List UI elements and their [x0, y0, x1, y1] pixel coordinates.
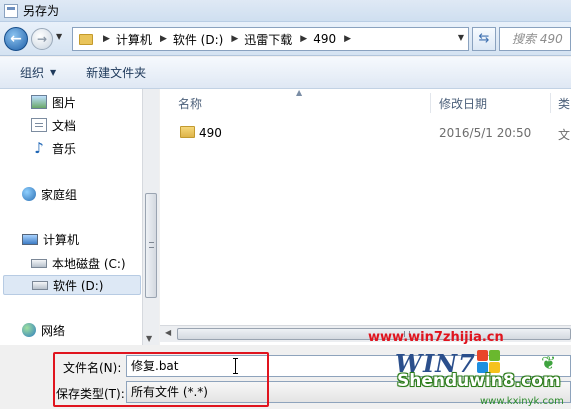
watermark-logo: WIN7 ❦ Shenduwin8.com www.kxinyk.com	[395, 349, 571, 409]
nav-item-label: 图片	[52, 95, 77, 110]
window-title: 另存为	[23, 4, 60, 18]
nav-pane-scrollbar[interactable]: ▼	[142, 89, 159, 345]
breadcrumb-label: 490	[313, 32, 337, 46]
nav-item-computer[interactable]: 计算机	[22, 229, 79, 249]
column-divider[interactable]	[550, 93, 551, 113]
watermark-brand-url: www.kxinyk.com	[480, 396, 564, 407]
file-name: 490	[199, 126, 222, 140]
organize-button[interactable]: 组织 ▼	[20, 64, 56, 81]
breadcrumb-drive-d[interactable]: ▶ 软件 (D:)	[156, 28, 227, 50]
nav-item-homegroup[interactable]: 家庭组	[22, 184, 77, 204]
navigation-bar: ← → ▼ ▶ 计算机 ▶ 软件 (D:) ▶ 迅雷下载 ▶ 490 ▶ ▼ ⇆…	[0, 22, 571, 56]
breadcrumb-490[interactable]: ▶ 490 ▶	[296, 28, 357, 50]
recent-pages-dropdown[interactable]: ▼	[56, 32, 62, 41]
breadcrumb-computer[interactable]: ▶ 计算机	[99, 28, 156, 50]
watermark-site-url: www.win7zhijia.cn	[368, 330, 504, 345]
column-header-type[interactable]: 类	[558, 95, 570, 112]
chevron-right-icon[interactable]: ▶	[344, 34, 351, 44]
column-header-name[interactable]: 名称	[178, 95, 202, 112]
scroll-left-arrow-icon[interactable]: ◀	[165, 328, 171, 337]
nav-item-label: 网络	[41, 323, 66, 338]
scroll-down-arrow-icon[interactable]: ▼	[146, 334, 152, 343]
caret-down-icon: ▼	[50, 68, 57, 77]
nav-item-network[interactable]: 网络	[22, 320, 65, 340]
nav-item-label: 家庭组	[41, 187, 78, 202]
search-input[interactable]: 搜索 490	[499, 27, 571, 51]
nav-item-music[interactable]: ♪ 音乐	[31, 138, 76, 158]
arrow-left-icon: ←	[10, 31, 22, 47]
file-list-horizontal-scrollbar[interactable]: ◀	[160, 325, 571, 342]
forward-button[interactable]: →	[31, 28, 53, 50]
folder-icon	[180, 126, 195, 138]
column-divider[interactable]	[430, 93, 431, 113]
breadcrumb-label: 计算机	[115, 32, 152, 47]
navigation-pane: 图片 文档 ♪ 音乐 家庭组 计算机 本地磁盘 (C:) 软件 (D:) 网络	[0, 89, 142, 345]
music-icon: ♪	[34, 139, 44, 157]
chevron-right-icon[interactable]: ▶	[103, 34, 110, 44]
chevron-right-icon[interactable]: ▶	[160, 34, 167, 44]
file-modified: 2016/5/1 20:50	[439, 126, 532, 140]
arrow-right-icon: →	[36, 32, 48, 46]
watermark-brand: Shenduwin8.com	[397, 371, 561, 391]
homegroup-icon	[22, 187, 36, 201]
file-row[interactable]: 490 2016/5/1 20:50 文	[160, 122, 571, 144]
file-type: 文	[558, 128, 571, 142]
drive-icon	[32, 280, 48, 290]
command-toolbar: 组织 ▼ 新建文件夹	[0, 57, 571, 89]
chevron-right-icon[interactable]: ▶	[300, 34, 307, 44]
nav-item-documents[interactable]: 文档	[31, 115, 76, 135]
file-list-pane: ▲ 名称 修改日期 类 490 2016/5/1 20:50 文	[160, 88, 571, 345]
title-bar: 另存为	[0, 0, 571, 22]
refresh-icon: ⇆	[478, 31, 490, 46]
folder-icon	[79, 33, 93, 45]
highlight-annotation	[53, 352, 269, 407]
nav-item-label: 音乐	[52, 141, 77, 156]
sort-ascending-icon: ▲	[296, 88, 303, 97]
breadcrumb-downloads[interactable]: ▶ 迅雷下载	[227, 28, 296, 50]
nav-item-label: 文档	[52, 118, 77, 133]
nav-item-drive-c[interactable]: 本地磁盘 (C:)	[31, 253, 126, 273]
nav-item-label: 软件 (D:)	[53, 278, 104, 293]
column-header-modified[interactable]: 修改日期	[439, 95, 487, 112]
nav-item-label: 本地磁盘 (C:)	[52, 256, 126, 271]
breadcrumb-label: 软件 (D:)	[172, 32, 224, 47]
grip-icon	[149, 242, 154, 248]
nav-item-label: 计算机	[43, 232, 80, 247]
breadcrumb-label: 迅雷下载	[244, 32, 293, 47]
scrollbar-thumb[interactable]	[145, 193, 157, 298]
documents-icon	[31, 118, 47, 132]
computer-icon	[22, 233, 38, 245]
drive-icon	[31, 258, 47, 268]
refresh-button[interactable]: ⇆	[472, 27, 496, 51]
back-button[interactable]: ←	[4, 27, 28, 51]
address-bar[interactable]: ▶ 计算机 ▶ 软件 (D:) ▶ 迅雷下载 ▶ 490 ▶ ▼	[72, 27, 469, 51]
new-folder-label: 新建文件夹	[86, 66, 147, 80]
network-icon	[22, 323, 36, 337]
new-folder-button[interactable]: 新建文件夹	[86, 64, 146, 81]
address-history-dropdown[interactable]: ▼	[458, 33, 464, 42]
nav-item-drive-d[interactable]: 软件 (D:)	[3, 275, 141, 295]
organize-label: 组织	[20, 66, 45, 80]
nav-item-pictures[interactable]: 图片	[31, 92, 76, 112]
dialog-icon	[4, 3, 18, 18]
chevron-right-icon[interactable]: ▶	[231, 34, 238, 44]
pictures-icon	[31, 95, 47, 109]
